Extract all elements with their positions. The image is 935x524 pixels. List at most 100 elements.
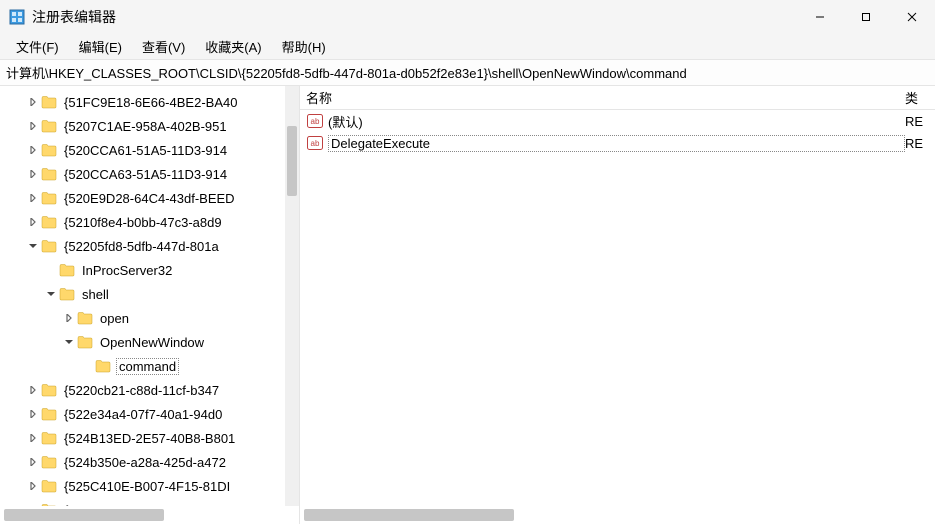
value-type: RE xyxy=(905,114,935,129)
value-type: RE xyxy=(905,136,935,151)
tree-scroll-thumb[interactable] xyxy=(287,126,297,196)
string-value-icon: ab xyxy=(306,135,324,151)
tree-item[interactable]: {520CCA61-51A5-11D3-914 xyxy=(0,138,285,162)
folder-icon xyxy=(94,358,112,374)
chevron-right-icon[interactable] xyxy=(26,458,40,466)
chevron-right-icon[interactable] xyxy=(26,122,40,130)
title-bar: 注册表编辑器 xyxy=(0,0,935,34)
menu-file[interactable]: 文件(F) xyxy=(6,35,69,58)
value-row[interactable]: ab DelegateExecuteRE xyxy=(300,132,935,154)
values-hscroll-thumb[interactable] xyxy=(304,509,514,521)
tree-item[interactable]: {5207C1AE-958A-402B-951 xyxy=(0,114,285,138)
tree-item[interactable]: command xyxy=(0,354,285,378)
chevron-right-icon[interactable] xyxy=(26,194,40,202)
tree-item-label: {5210f8e4-b0bb-47c3-a8d9 xyxy=(62,215,224,230)
tree-item-label: {52205fd8-5dfb-447d-801a xyxy=(62,239,221,254)
tree-item[interactable]: {525DE323-655E-4E79-8056 xyxy=(0,498,285,506)
minimize-button[interactable] xyxy=(797,2,843,32)
address-bar[interactable]: 计算机\HKEY_CLASSES_ROOT\CLSID\{52205fd8-5d… xyxy=(0,60,935,86)
menu-favorites[interactable]: 收藏夹(A) xyxy=(195,35,271,58)
tree-item-label: {524b350e-a28a-425d-a472 xyxy=(62,455,228,470)
folder-icon xyxy=(40,478,58,494)
folder-icon xyxy=(40,166,58,182)
folder-icon xyxy=(76,310,94,326)
menu-edit[interactable]: 编辑(E) xyxy=(69,35,132,58)
close-button[interactable] xyxy=(889,2,935,32)
tree-item[interactable]: {522e34a4-07f7-40a1-94d0 xyxy=(0,402,285,426)
values-pane: 名称 类 ab (默认)RE ab DelegateExecuteRE xyxy=(300,86,935,524)
tree-item[interactable]: {524B13ED-2E57-40B8-B801 xyxy=(0,426,285,450)
key-tree[interactable]: {51FC9E18-6E66-4BE2-BA40 {5207C1AE-958A-4… xyxy=(0,86,285,506)
svg-text:ab: ab xyxy=(311,139,320,148)
folder-icon xyxy=(40,94,58,110)
values-list[interactable]: ab (默认)RE ab DelegateExecuteRE xyxy=(300,110,935,506)
column-name-header[interactable]: 名称 xyxy=(306,88,905,107)
tree-item-label: {520CCA63-51A5-11D3-914 xyxy=(62,167,229,182)
tree-item[interactable]: {524b350e-a28a-425d-a472 xyxy=(0,450,285,474)
chevron-down-icon[interactable] xyxy=(62,338,76,346)
chevron-right-icon[interactable] xyxy=(26,410,40,418)
chevron-right-icon[interactable] xyxy=(26,146,40,154)
values-horizontal-scrollbar[interactable] xyxy=(300,506,935,524)
tree-item[interactable]: {51FC9E18-6E66-4BE2-BA40 xyxy=(0,90,285,114)
tree-item[interactable]: InProcServer32 xyxy=(0,258,285,282)
chevron-right-icon[interactable] xyxy=(26,386,40,394)
folder-icon xyxy=(40,214,58,230)
tree-item-label: shell xyxy=(80,287,111,302)
menu-bar: 文件(F) 编辑(E) 查看(V) 收藏夹(A) 帮助(H) xyxy=(0,34,935,60)
content-area: {51FC9E18-6E66-4BE2-BA40 {5207C1AE-958A-4… xyxy=(0,86,935,524)
svg-text:ab: ab xyxy=(311,117,320,126)
tree-item-label: {5207C1AE-958A-402B-951 xyxy=(62,119,229,134)
tree-item[interactable]: {5220cb21-c88d-11cf-b347 xyxy=(0,378,285,402)
maximize-button[interactable] xyxy=(843,2,889,32)
tree-vertical-scrollbar[interactable] xyxy=(285,86,299,506)
folder-icon xyxy=(40,190,58,206)
tree-hscroll-thumb[interactable] xyxy=(4,509,164,521)
tree-item[interactable]: {520CCA63-51A5-11D3-914 xyxy=(0,162,285,186)
folder-icon xyxy=(40,118,58,134)
tree-item[interactable]: shell xyxy=(0,282,285,306)
value-name: (默认) xyxy=(328,112,905,131)
tree-item[interactable]: {525C410E-B007-4F15-81DI xyxy=(0,474,285,498)
tree-item-label: {51FC9E18-6E66-4BE2-BA40 xyxy=(62,95,239,110)
tree-item-label: {525C410E-B007-4F15-81DI xyxy=(62,479,232,494)
tree-item[interactable]: {5210f8e4-b0bb-47c3-a8d9 xyxy=(0,210,285,234)
tree-item-label: command xyxy=(116,358,179,375)
tree-item[interactable]: OpenNewWindow xyxy=(0,330,285,354)
folder-icon xyxy=(40,382,58,398)
value-row[interactable]: ab (默认)RE xyxy=(300,110,935,132)
tree-horizontal-scrollbar[interactable] xyxy=(0,506,299,524)
chevron-down-icon[interactable] xyxy=(44,290,58,298)
tree-item-label: {524B13ED-2E57-40B8-B801 xyxy=(62,431,237,446)
address-path: 计算机\HKEY_CLASSES_ROOT\CLSID\{52205fd8-5d… xyxy=(6,63,687,82)
app-icon xyxy=(8,8,26,26)
window-title: 注册表编辑器 xyxy=(32,7,116,27)
chevron-right-icon[interactable] xyxy=(26,170,40,178)
menu-view[interactable]: 查看(V) xyxy=(132,35,195,58)
tree-pane: {51FC9E18-6E66-4BE2-BA40 {5207C1AE-958A-4… xyxy=(0,86,300,524)
values-header[interactable]: 名称 类 xyxy=(300,86,935,110)
tree-item-label: OpenNewWindow xyxy=(98,335,206,350)
folder-icon xyxy=(40,142,58,158)
folder-icon xyxy=(40,454,58,470)
folder-icon xyxy=(40,430,58,446)
string-value-icon: ab xyxy=(306,113,324,129)
tree-item-label: open xyxy=(98,311,131,326)
tree-item-label: InProcServer32 xyxy=(80,263,174,278)
folder-icon xyxy=(58,262,76,278)
chevron-down-icon[interactable] xyxy=(26,242,40,250)
folder-icon xyxy=(76,334,94,350)
folder-icon xyxy=(40,406,58,422)
chevron-right-icon[interactable] xyxy=(26,482,40,490)
menu-help[interactable]: 帮助(H) xyxy=(272,35,336,58)
tree-item[interactable]: open xyxy=(0,306,285,330)
chevron-right-icon[interactable] xyxy=(26,98,40,106)
tree-item[interactable]: {520E9D28-64C4-43df-BEED xyxy=(0,186,285,210)
value-name: DelegateExecute xyxy=(328,135,905,152)
chevron-right-icon[interactable] xyxy=(26,434,40,442)
tree-item[interactable]: {52205fd8-5dfb-447d-801a xyxy=(0,234,285,258)
column-type-header[interactable]: 类 xyxy=(905,88,935,107)
chevron-right-icon[interactable] xyxy=(62,314,76,322)
tree-item-label: {5220cb21-c88d-11cf-b347 xyxy=(62,383,221,398)
chevron-right-icon[interactable] xyxy=(26,218,40,226)
